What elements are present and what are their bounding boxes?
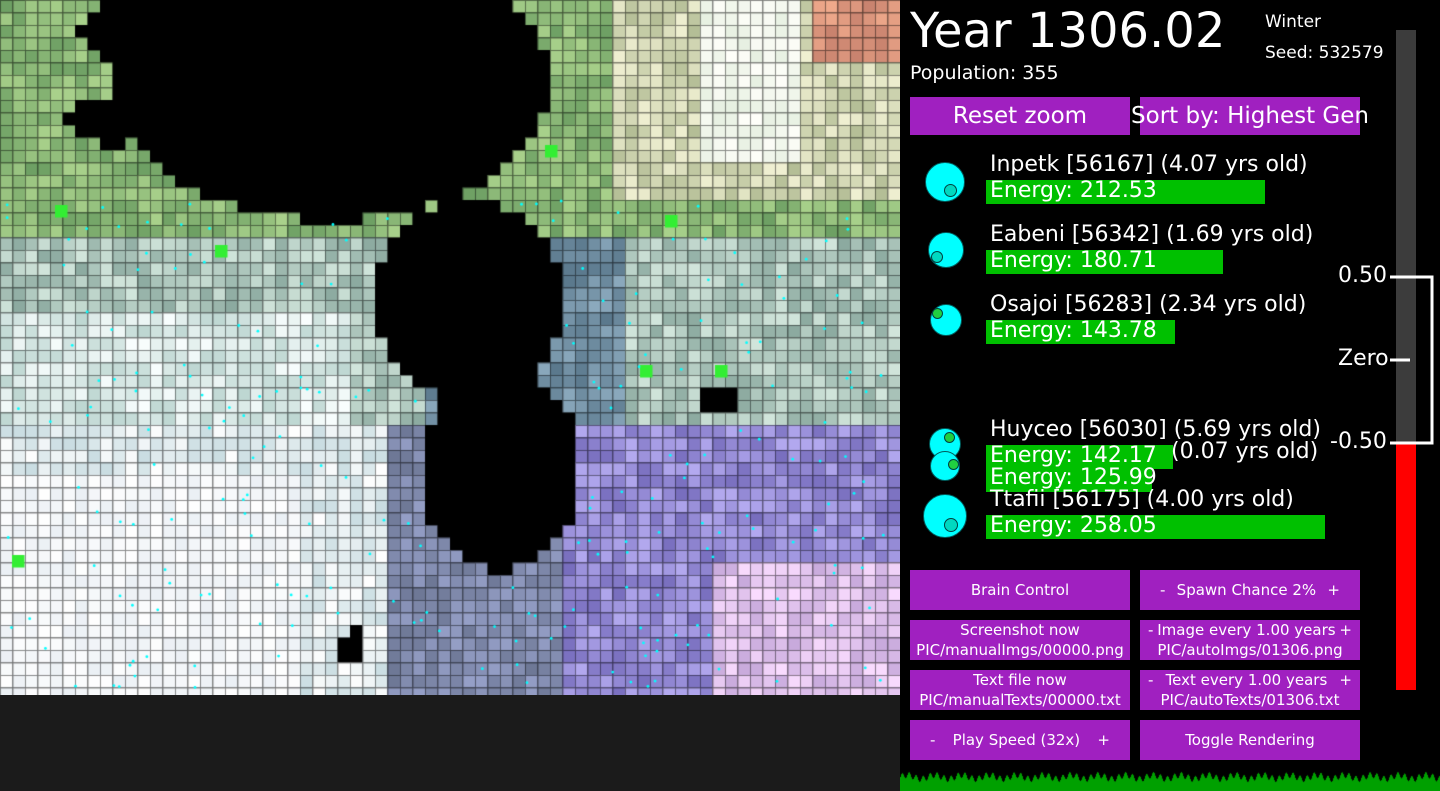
meter-bottom-label: -0.50 [1330, 429, 1387, 454]
energy-label: Energy: 180.71 [990, 248, 1157, 273]
creature-name: Ttafii [56175] (4.00 yrs old) [990, 487, 1294, 512]
text-interval-control: - Text every 1.00 years + PIC/autoTexts/… [1140, 670, 1360, 710]
screenshot-now-button[interactable]: Screenshot now PIC/manualImgs/00000.png [910, 620, 1130, 660]
creature-mouth-icon [944, 184, 957, 197]
spawn-chance-label: Spawn Chance 2% [1176, 581, 1317, 599]
screenshot-now-label: Screenshot now [960, 621, 1080, 639]
energy-label: Energy: 258.05 [990, 513, 1157, 538]
screenshot-path: PIC/manualImgs/00000.png [916, 641, 1124, 659]
season-label: Winter [1265, 12, 1322, 32]
year-display: Year 1306.02 [910, 3, 1226, 59]
seed-label: Seed: 532579 [1265, 43, 1384, 63]
creature-mouth-icon [932, 308, 943, 319]
creature-name: Inpetk [56167] (4.07 yrs old) [990, 152, 1308, 177]
energy-label: Energy: 143.78 [990, 318, 1157, 343]
creature-mouth-icon [944, 432, 955, 443]
brain-control-button[interactable]: Brain Control [910, 570, 1130, 610]
text-interval-increase-button[interactable]: + [1339, 670, 1352, 690]
creature-mouth-icon [944, 518, 958, 532]
creature-icon[interactable] [925, 162, 965, 202]
creature-name: Eabeni [56342] (1.69 yrs old) [990, 222, 1314, 247]
creature-name: (0.07 yrs old) [1171, 439, 1319, 464]
image-interval-increase-button[interactable]: + [1339, 620, 1352, 640]
world-bottom-strip [0, 695, 900, 791]
play-speed-increase-button[interactable]: + [1097, 730, 1110, 750]
text-interval-decrease-button[interactable]: - [1148, 670, 1153, 690]
population-count: Population: 355 [910, 62, 1059, 84]
creature-icon[interactable] [928, 232, 964, 268]
image-interval-control: - Image every 1.00 years + PIC/autoImgs/… [1140, 620, 1360, 660]
energy-label: Energy: 212.53 [990, 178, 1157, 203]
population-graph [900, 768, 1440, 791]
creature-mouth-icon [948, 459, 959, 470]
meter-top-label: 0.50 [1338, 263, 1387, 288]
creature-mouth-icon [931, 251, 943, 263]
reset-zoom-button[interactable]: Reset zoom [910, 97, 1130, 135]
toggle-rendering-button[interactable]: Toggle Rendering [1140, 720, 1360, 760]
text-interval-label: Text every 1.00 years [1165, 671, 1328, 689]
sort-by-button[interactable]: Sort by: Highest Gen [1131, 97, 1369, 135]
world-map[interactable] [0, 0, 900, 695]
spawn-chance-increase-button[interactable]: + [1327, 580, 1340, 600]
toggle-rendering-label: Toggle Rendering [1185, 731, 1315, 749]
play-speed-decrease-button[interactable]: - [930, 730, 935, 750]
side-panel: Year 1306.02 Population: 355 Winter Seed… [900, 0, 1440, 791]
play-speed-label: Play Speed (32x) [952, 731, 1081, 749]
image-interval-decrease-button[interactable]: - [1148, 620, 1153, 640]
brain-control-label: Brain Control [970, 581, 1070, 599]
creature-icon[interactable] [923, 494, 967, 538]
brain-output-meter-fill [1396, 443, 1416, 690]
text-file-path: PIC/manualTexts/00000.txt [919, 691, 1121, 709]
auto-image-path: PIC/autoImgs/01306.png [1157, 641, 1343, 659]
auto-text-path: PIC/autoTexts/01306.txt [1160, 691, 1340, 709]
text-file-now-button[interactable]: Text file now PIC/manualTexts/00000.txt [910, 670, 1130, 710]
creature-name: Osajoi [56283] (2.34 yrs old) [990, 292, 1307, 317]
spawn-chance-control: - Spawn Chance 2% + [1140, 570, 1360, 610]
spawn-chance-decrease-button[interactable]: - [1160, 580, 1165, 600]
image-interval-label: Image every 1.00 years [1157, 621, 1336, 639]
text-file-now-label: Text file now [973, 671, 1067, 689]
play-speed-control: - Play Speed (32x) + [910, 720, 1130, 760]
meter-zero-label: Zero [1338, 346, 1389, 371]
